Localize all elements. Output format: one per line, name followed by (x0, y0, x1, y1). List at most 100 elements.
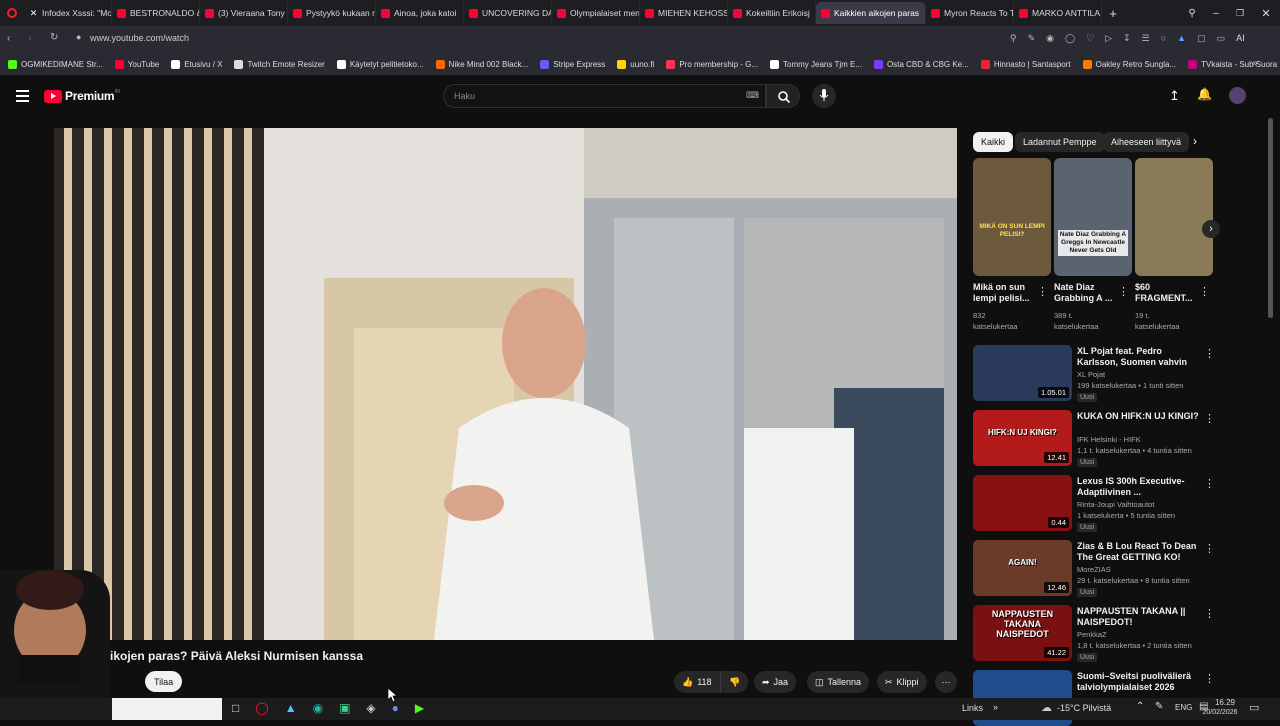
heart-icon[interactable]: ♡ (1086, 33, 1094, 44)
avatar[interactable] (1229, 87, 1246, 104)
bookmarks-more-icon[interactable]: » (1252, 58, 1258, 69)
download-icon[interactable]: ↧ (1123, 33, 1131, 44)
save-button[interactable]: ◫ Tallenna (807, 671, 870, 693)
related-video-thumbnail[interactable]: 0.44 (973, 475, 1072, 531)
forward-icon[interactable]: › (28, 33, 31, 44)
related-video-title[interactable]: Lexus IS 300h Executive-Adaptiivinen ... (1077, 476, 1201, 498)
opera-icon[interactable]: ◯ (255, 701, 268, 715)
search-button[interactable] (766, 84, 800, 108)
related-video-thumbnail[interactable]: NAPPAUSTEN TAKANA NAISPEDOT 41.22 (973, 605, 1072, 661)
channel-name[interactable]: Rinta-Joupi Vaihtoautot (1077, 500, 1154, 510)
more-options-icon[interactable]: ⋮ (1204, 477, 1215, 490)
more-options-icon[interactable]: ⋮ (1204, 347, 1215, 360)
filter-chip[interactable]: Aiheeseen liittyvä (1103, 132, 1189, 152)
filter-chip[interactable]: Kaikki (973, 132, 1014, 152)
bookmark-item[interactable]: uuno.fi (617, 60, 654, 69)
upload-icon[interactable]: ↥ (1169, 88, 1180, 104)
edge-icon[interactable]: ◉ (313, 701, 323, 715)
bookmark-item[interactable]: Osta CBD & CBG Ke... (874, 60, 969, 69)
page-scrollbar[interactable] (1268, 118, 1273, 318)
bookmark-item[interactable]: OGMIKEDIMANE Str... (8, 60, 103, 69)
keyboard-icon[interactable]: ⌨ (746, 90, 759, 101)
list-icon[interactable]: ☰ (1142, 33, 1150, 44)
edit-icon[interactable]: ✎ (1028, 33, 1036, 44)
sidebar-icon[interactable]: ▭ (1217, 33, 1226, 44)
bookmark-item[interactable]: Twitch Emote Resizer (234, 60, 325, 69)
app-icon-2[interactable]: ▣ (339, 701, 350, 715)
bookmark-item[interactable]: Hinnasto | Santasport (980, 60, 1071, 69)
more-options-icon[interactable]: ⋮ (1204, 542, 1215, 555)
account-icon[interactable]: ○ (1161, 33, 1166, 44)
site-info-icon[interactable]: ● (76, 32, 81, 42)
browser-tab[interactable]: MIEHEN KEHOSSA (640, 2, 728, 24)
filter-chip[interactable]: Ladannut Pemppe (1015, 132, 1105, 152)
more-options-icon[interactable]: ⋮ (1037, 285, 1048, 298)
bookmark-item[interactable]: Tommy Jeans Tjm E... (770, 60, 862, 69)
channel-name[interactable]: XL Pojat (1077, 370, 1105, 380)
channel-name[interactable]: MoreZIAS (1077, 565, 1111, 575)
more-options-icon[interactable]: ⋮ (1204, 607, 1215, 620)
more-options-icon[interactable]: ⋮ (1204, 412, 1215, 425)
more-options-icon[interactable]: ⋮ (1118, 285, 1129, 298)
short-thumbnail[interactable]: Nate Diaz Grabbing A Greggs In Newcastle… (1054, 158, 1132, 276)
play-icon[interactable]: ▷ (1105, 33, 1112, 44)
app-icon-3[interactable]: ◈ (366, 701, 375, 715)
short-title[interactable]: $60 FRAGMENT... (1135, 282, 1201, 304)
short-thumbnail[interactable] (1135, 158, 1213, 276)
weather-label[interactable]: -15°C Pilvistä (1057, 703, 1111, 713)
video-player[interactable] (54, 128, 957, 640)
bookmark-item[interactable]: Käytetyt pelitietoko... (336, 60, 424, 69)
related-video-title[interactable]: NAPPAUSTEN TAKANA || NAISPEDOT! (1077, 606, 1201, 628)
browser-tab[interactable]: (3) Vieraana Tony S (200, 2, 288, 24)
browser-tab[interactable]: Kaikkien aikojen paras (816, 2, 926, 24)
clock-date[interactable]: 20/02/2026 (1197, 709, 1243, 716)
channel-name[interactable]: IFK Helsinki - HIFK (1077, 435, 1141, 445)
browser-tab[interactable]: BESTRONALDO & (112, 2, 200, 24)
browser-tab[interactable]: MARKO ANTTILA H (1014, 2, 1102, 24)
short-title[interactable]: Mikä on sun lempi pelisi... (973, 282, 1039, 304)
short-title[interactable]: Nate Diaz Grabbing A ... (1054, 282, 1120, 304)
discord-icon[interactable]: ● (392, 701, 399, 715)
bookmark-item[interactable]: Oakley Retro Sungla... (1082, 60, 1176, 69)
shield-icon[interactable]: ◯ (1065, 33, 1075, 44)
reload-icon[interactable]: ↻ (50, 32, 58, 43)
menu-icon[interactable] (16, 90, 29, 102)
voice-search-button[interactable] (812, 84, 836, 108)
more-actions-button[interactable]: ⋯ (935, 671, 957, 693)
shorts-next-button[interactable]: › (1202, 220, 1220, 238)
related-video-thumbnail[interactable]: AGAIN! 12.46 (973, 540, 1072, 596)
browser-tab[interactable]: Olympialaiset men (552, 2, 640, 24)
related-video-thumbnail[interactable]: HIFK:N UJ KINGI? 12.41 (973, 410, 1072, 466)
app-icon-4[interactable]: ▶ (415, 701, 424, 715)
cube-icon[interactable]: ▢ (1197, 33, 1206, 44)
back-icon[interactable]: ‹ (7, 33, 10, 44)
new-tab-button[interactable]: + (1102, 6, 1124, 21)
browser-tab[interactable]: UNCOVERING DAR (464, 2, 552, 24)
subscribe-button[interactable]: Tilaa (145, 671, 183, 692)
links-arrow-icon[interactable]: » (993, 702, 998, 712)
url-field[interactable]: www.youtube.com/watch (90, 33, 189, 43)
browser-tab[interactable]: Kokeiltiin Erikoisj (728, 2, 816, 24)
bookmark-item[interactable]: Nike Mind 002 Black... (435, 60, 528, 69)
chips-next-icon[interactable]: › (1193, 134, 1197, 148)
maximize-button[interactable]: ❐ (1228, 8, 1252, 19)
dislike-button[interactable]: 👎 (720, 671, 749, 693)
close-window-button[interactable]: ✕ (1252, 7, 1280, 20)
minimize-button[interactable]: – (1204, 8, 1228, 19)
pen-icon[interactable]: ✎ (1155, 701, 1163, 712)
notifications-icon[interactable]: 🔔 (1197, 87, 1212, 101)
extension-icon[interactable]: ▲ (1177, 33, 1186, 44)
browser-tab[interactable]: Ainoa, joka katoi (376, 2, 464, 24)
browser-tab[interactable]: ✕ Infodex Xsssi: "Mo (24, 2, 112, 24)
ai-icon[interactable]: AI (1236, 33, 1245, 44)
related-video-title[interactable]: KUKA ON HIFK:N UJ KINGI? (1077, 411, 1201, 422)
links-label[interactable]: Links (962, 703, 983, 713)
related-video-title[interactable]: XL Pojat feat. Pedro Karlsson, Suomen va… (1077, 346, 1201, 368)
bookmark-item[interactable]: Stripe Express (540, 60, 605, 69)
short-thumbnail[interactable]: MIKÄ ON SUN LEMPI PELISI? (973, 158, 1051, 276)
notification-center-icon[interactable]: ▭ (1249, 701, 1259, 714)
clock-time[interactable]: 16.29 (1210, 698, 1240, 707)
more-options-icon[interactable]: ⋮ (1199, 285, 1210, 298)
browser-menu-icon[interactable] (0, 0, 24, 26)
related-video-thumbnail[interactable]: 1.05.01 (973, 345, 1072, 401)
